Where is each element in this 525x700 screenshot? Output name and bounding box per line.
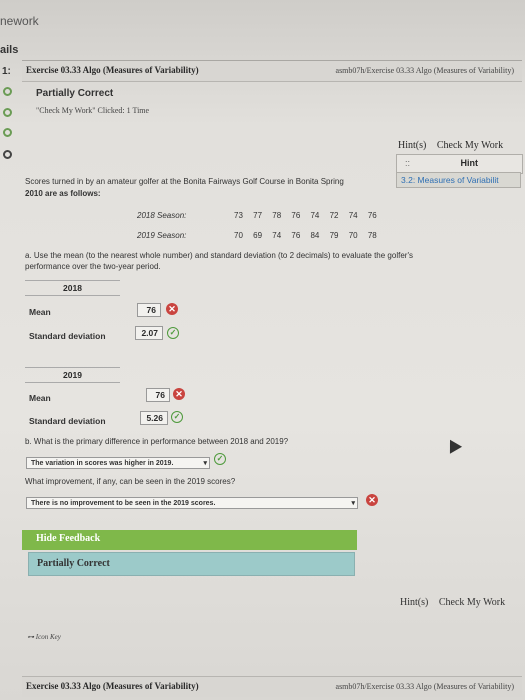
top-links: Hint(s) Check My Work	[398, 140, 511, 151]
chevron-down-icon[interactable]: ▾	[351, 499, 355, 508]
icon-key-label: Icon Key	[35, 633, 61, 641]
mean-input-2019[interactable]: 76	[146, 388, 170, 402]
mean-label-2019: Mean	[29, 393, 51, 403]
improvement-select[interactable]: There is no improvement to be seen in th…	[26, 497, 358, 509]
status-title: Partially Correct	[36, 88, 114, 99]
part-a-line2: performance over the two-year period.	[25, 262, 161, 271]
sd-label-2018: Standard deviation	[29, 331, 106, 341]
footer-title: Exercise 03.33 Algo (Measures of Variabi…	[26, 681, 199, 691]
status-dot-icon[interactable]	[3, 128, 12, 137]
drag-handle-icon[interactable]: ::	[405, 158, 410, 168]
status-dot-icon[interactable]	[3, 87, 12, 96]
key-icon: ⊶	[27, 633, 34, 641]
check-icon: ✓	[214, 453, 226, 465]
feedback-toggle[interactable]: Hide Feedback	[22, 530, 357, 550]
check-my-work-link[interactable]: Check My Work	[437, 140, 503, 151]
hints-link[interactable]: Hint(s)	[400, 597, 428, 608]
part-b-select[interactable]: The variation in scores was higher in 20…	[26, 457, 210, 469]
rail-number: 1:	[2, 66, 11, 77]
hints-link[interactable]: Hint(s)	[398, 140, 426, 151]
bottom-links: Hint(s) Check My Work	[400, 597, 505, 608]
page-title: nework	[0, 14, 39, 28]
hint-subtitle[interactable]: 3.2: Measures of Variabilit	[396, 172, 521, 188]
question-intro-line1: Scores turned in by an amateur golfer at…	[25, 177, 344, 186]
feedback-body: Partially Correct	[28, 552, 355, 576]
status-dot-icon[interactable]	[3, 108, 12, 117]
hide-feedback-button[interactable]: Hide Feedback	[36, 533, 100, 544]
season-2018-values: 73 77 78 76 74 72 74 76	[234, 211, 377, 220]
table-header-2018: 2018	[25, 280, 120, 296]
part-b-question: b. What is the primary difference in per…	[25, 437, 289, 446]
status-subtitle: "Check My Work" Clicked: 1 Time	[36, 106, 150, 115]
page: nework ails 1: Exercise 03.33 Algo (Meas…	[0, 0, 525, 700]
improvement-selected: There is no improvement to be seen in th…	[31, 500, 216, 507]
cursor-icon	[445, 437, 461, 453]
icon-key[interactable]: ⊶ Icon Key	[27, 633, 61, 641]
footer-path: asmb07h/Exercise 03.33 Algo (Measures of…	[335, 682, 514, 691]
season-2019-values: 70 69 74 76 84 79 70 78	[234, 231, 377, 240]
part-b-selected: The variation in scores was higher in 20…	[31, 460, 174, 467]
status-dot-icon[interactable]	[3, 150, 12, 159]
exercise-footer: Exercise 03.33 Algo (Measures of Variabi…	[22, 676, 522, 697]
season-2019-label: 2019 Season:	[137, 231, 187, 240]
check-my-work-link[interactable]: Check My Work	[439, 597, 505, 608]
sd-input-2018[interactable]: 2.07	[135, 326, 163, 340]
mean-label-2018: Mean	[29, 307, 51, 317]
x-icon: ✕	[366, 494, 378, 506]
sd-input-2019[interactable]: 5.26	[140, 411, 168, 425]
exercise-path: asmb07h/Exercise 03.33 Algo (Measures of…	[335, 66, 514, 75]
exercise-title: Exercise 03.33 Algo (Measures of Variabi…	[26, 65, 199, 75]
hint-title: Hint	[460, 158, 479, 168]
improvement-question: What improvement, if any, can be seen in…	[25, 477, 236, 486]
season-2018-label: 2018 Season:	[137, 211, 187, 220]
hint-panel-header[interactable]: :: Hint	[396, 154, 523, 174]
x-icon: ✕	[173, 388, 185, 400]
table-header-2019: 2019	[25, 367, 120, 383]
status-panel: Partially Correct "Check My Work" Clicke…	[22, 80, 522, 128]
mean-input-2018[interactable]: 76	[137, 303, 161, 317]
check-icon: ✓	[167, 327, 179, 339]
check-icon: ✓	[171, 411, 183, 423]
sd-label-2019: Standard deviation	[29, 416, 106, 426]
exercise-header: Exercise 03.33 Algo (Measures of Variabi…	[22, 60, 522, 82]
x-icon: ✕	[166, 303, 178, 315]
question-intro-line2: 2010 are as follows:	[25, 189, 101, 198]
chevron-down-icon[interactable]: ▾	[203, 459, 207, 468]
part-a-line1: a. Use the mean (to the nearest whole nu…	[25, 251, 413, 260]
feedback-text: Partially Correct	[37, 558, 110, 569]
rail-label: ails	[0, 44, 19, 56]
